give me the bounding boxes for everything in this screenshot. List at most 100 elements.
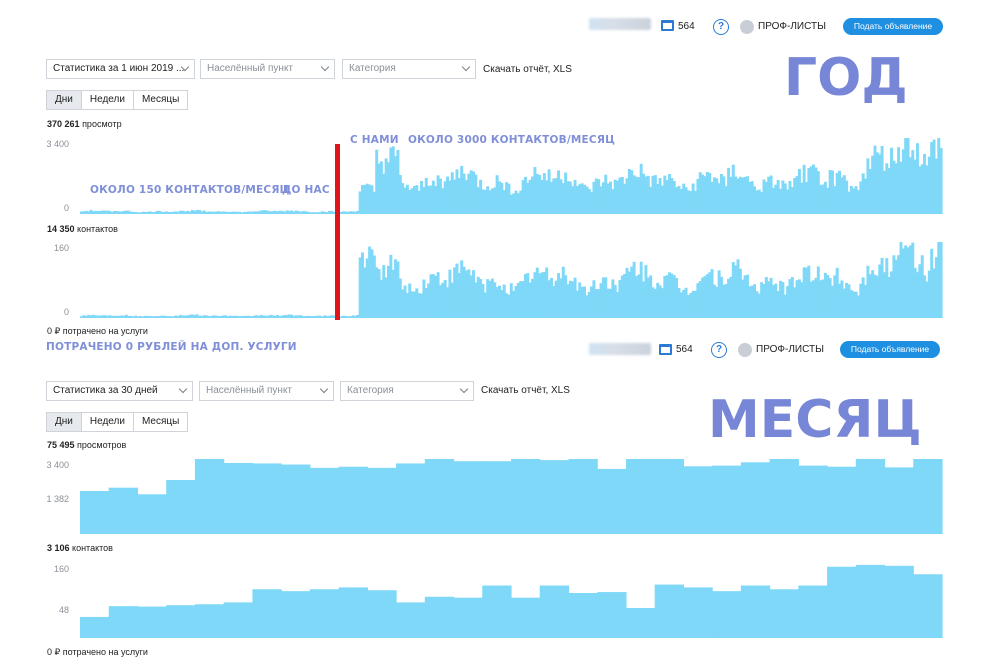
note-before-us: ДО НАС bbox=[282, 184, 330, 196]
bar-contacts-month bbox=[453, 597, 483, 638]
bar-views-month bbox=[769, 459, 799, 534]
y-tick-contacts-max: 160 bbox=[53, 243, 69, 253]
bar-views-month bbox=[827, 466, 857, 534]
views-year-chart bbox=[80, 138, 943, 214]
bar-contacts-month bbox=[740, 585, 771, 638]
bar-contacts-month bbox=[396, 602, 426, 639]
city-select[interactable]: Населённый пункт bbox=[200, 59, 335, 79]
download-report-link[interactable]: Скачать отчёт, XLS bbox=[481, 385, 570, 396]
post-button[interactable]: Подать объявление bbox=[840, 341, 940, 358]
note-spent: ПОТРАЧЕНО 0 РУБЛЕЙ НА ДОП. УСЛУГИ bbox=[46, 341, 297, 353]
city-select-placeholder: Населённый пункт bbox=[207, 63, 294, 74]
bar-contacts-year bbox=[939, 242, 943, 318]
period-tabs: Дни Недели Месяцы bbox=[46, 412, 189, 432]
bar-contacts-month bbox=[194, 604, 225, 638]
y-tick-views-max: 3 400 bbox=[46, 139, 69, 149]
period-select-value: Статистика за 30 дней bbox=[53, 385, 158, 396]
bar-views-month bbox=[855, 459, 886, 534]
bar-views-month bbox=[166, 479, 196, 534]
note-with-us: С НАМИ bbox=[350, 134, 399, 146]
bar-views-month bbox=[482, 461, 512, 534]
contacts-total-label: контактов bbox=[72, 543, 113, 553]
bar-views-month bbox=[309, 467, 340, 534]
bar-views-month bbox=[252, 463, 282, 534]
category-select[interactable]: Категория bbox=[342, 59, 476, 79]
calendar-icon[interactable] bbox=[659, 344, 672, 355]
prof-icon[interactable] bbox=[740, 20, 754, 34]
bar-contacts-month bbox=[511, 597, 541, 638]
bar-contacts-month bbox=[568, 593, 598, 638]
tab-weeks[interactable]: Недели bbox=[82, 91, 134, 109]
period-select[interactable]: Статистика за 1 июн 2019 ... bbox=[46, 59, 195, 79]
bar-views-month bbox=[913, 459, 943, 534]
bar-contacts-month bbox=[712, 591, 742, 639]
contacts-year-chart bbox=[80, 242, 943, 318]
chevron-down-icon bbox=[319, 384, 329, 394]
bar-contacts-month bbox=[166, 605, 196, 638]
bar-contacts-month bbox=[683, 587, 713, 639]
views-total-value: 75 495 bbox=[47, 440, 75, 450]
bar-views-month bbox=[223, 462, 253, 534]
bar-views-month bbox=[424, 459, 455, 534]
chevron-down-icon bbox=[320, 62, 330, 72]
bar-contacts-month bbox=[252, 589, 282, 638]
views-total: 75 495 просмотров bbox=[47, 440, 126, 450]
bar-views-month bbox=[798, 465, 828, 534]
bar-views-month bbox=[137, 494, 167, 534]
contacts-total: 14 350 контактов bbox=[47, 224, 118, 234]
y-tick-contacts-max: 160 bbox=[53, 564, 69, 574]
period-select[interactable]: Статистика за 30 дней bbox=[46, 381, 193, 401]
bar-views-month bbox=[338, 466, 368, 534]
bar-views-month bbox=[511, 459, 541, 534]
download-report-link[interactable]: Скачать отчёт, XLS bbox=[483, 64, 572, 75]
tab-weeks[interactable]: Недели bbox=[82, 413, 134, 431]
bar-views-month bbox=[625, 459, 656, 534]
blurred-username bbox=[589, 18, 651, 30]
tab-days[interactable]: Дни bbox=[47, 91, 82, 109]
bar-contacts-month bbox=[625, 608, 656, 638]
prof-label[interactable]: ПРОФ-ЛИСТЫ bbox=[758, 21, 826, 32]
bar-contacts-month bbox=[597, 592, 627, 638]
tab-months[interactable]: Месяцы bbox=[134, 91, 187, 109]
help-icon[interactable]: ? bbox=[713, 19, 729, 35]
city-select[interactable]: Населённый пункт bbox=[199, 381, 334, 401]
bar-views-month bbox=[740, 462, 771, 534]
contacts-total: 3 106 контактов bbox=[47, 543, 113, 553]
counter: 564 bbox=[676, 344, 693, 355]
note-about-150: ОКОЛО 150 КОНТАКТОВ/МЕСЯЦ bbox=[90, 184, 290, 196]
bar-views-month bbox=[281, 464, 311, 534]
contacts-total-label: контактов bbox=[77, 224, 118, 234]
contacts-total-value: 14 350 bbox=[47, 224, 75, 234]
views-month-chart bbox=[80, 459, 943, 534]
y-tick-views-max: 3 400 bbox=[46, 460, 69, 470]
calendar-icon[interactable] bbox=[661, 20, 674, 31]
spent-year: 0 ₽ потрачено на услуги bbox=[47, 326, 148, 336]
views-total-label: просмотр bbox=[82, 119, 122, 129]
bar-contacts-month bbox=[654, 584, 684, 638]
y-tick-contacts-mid: 48 bbox=[58, 605, 69, 615]
bar-views-month bbox=[683, 466, 713, 534]
counter: 564 bbox=[678, 21, 695, 32]
bar-contacts-month bbox=[913, 574, 943, 638]
bar-contacts-month bbox=[424, 596, 455, 638]
prof-label[interactable]: ПРОФ-ЛИСТЫ bbox=[756, 344, 824, 355]
y-tick-views-mid: 1 382 bbox=[46, 494, 69, 504]
tab-months[interactable]: Месяцы bbox=[134, 413, 187, 431]
bar-views-month bbox=[539, 460, 570, 534]
bar-contacts-month bbox=[769, 589, 799, 638]
bar-contacts-month bbox=[108, 606, 139, 639]
year-label: ГОД bbox=[784, 48, 908, 108]
spent-month: 0 ₽ потрачено на услуги bbox=[47, 647, 148, 657]
bar-contacts-month bbox=[827, 566, 857, 638]
bar-contacts-month bbox=[539, 585, 570, 638]
bar-views-month bbox=[597, 468, 627, 534]
tab-days[interactable]: Дни bbox=[47, 413, 82, 431]
bar-views-month bbox=[654, 459, 684, 534]
period-select-value: Статистика за 1 июн 2019 ... bbox=[53, 63, 185, 74]
bar-contacts-month bbox=[137, 606, 167, 638]
post-button[interactable]: Подать объявление bbox=[843, 18, 943, 35]
help-icon[interactable]: ? bbox=[711, 342, 727, 358]
prof-icon[interactable] bbox=[738, 343, 752, 357]
category-select[interactable]: Категория bbox=[340, 381, 474, 401]
bar-contacts-month bbox=[80, 616, 110, 638]
